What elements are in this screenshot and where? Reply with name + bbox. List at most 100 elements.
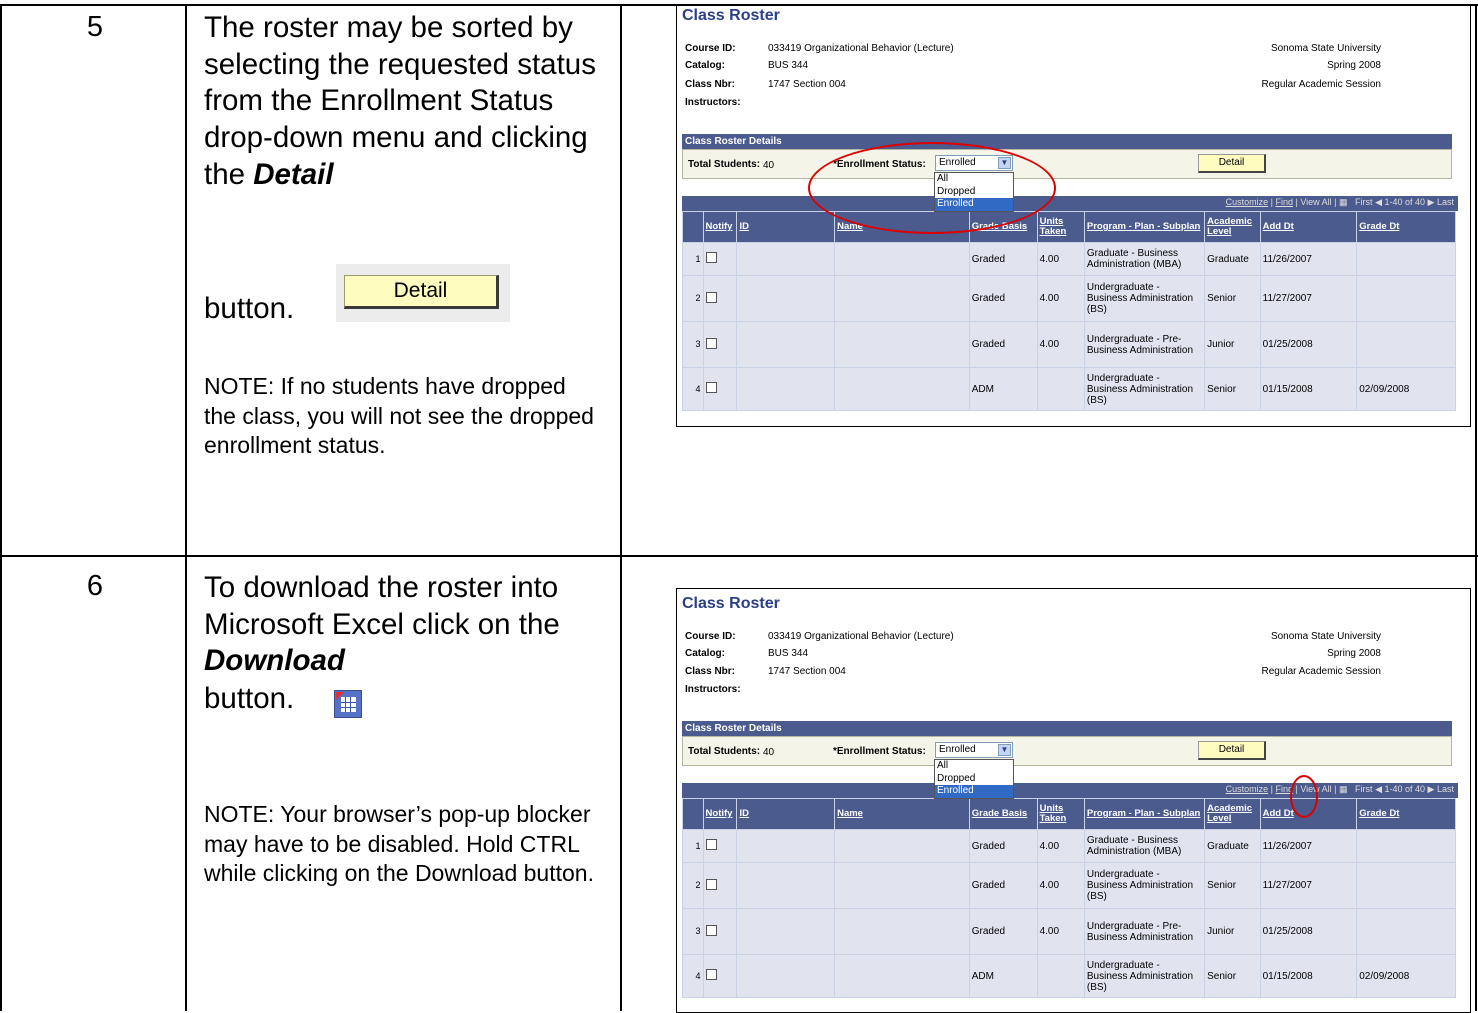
view-all-link[interactable]: View All — [1300, 197, 1331, 207]
customize-link[interactable]: Customize — [1226, 784, 1269, 794]
cell-grade-basis: ADM — [968, 367, 1038, 411]
col-units-taken[interactable]: Units Taken — [1036, 798, 1085, 830]
cell-level: Senior — [1204, 367, 1261, 411]
highlight-ellipse — [808, 142, 1056, 234]
cell-id — [736, 862, 836, 909]
next-icon[interactable]: ▶ — [1428, 784, 1435, 794]
table-row: 1 Graded 4.00 Graduate - Business Admini… — [682, 242, 1456, 276]
cell-level: Senior — [1204, 862, 1261, 909]
col-id[interactable]: ID — [736, 211, 836, 243]
checkbox[interactable] — [705, 337, 717, 349]
cell-name — [834, 954, 970, 998]
cell-name — [834, 275, 970, 322]
selected-value: Enrolled — [939, 744, 976, 755]
header-row: Notify ID Name Grade Basis Units Taken P… — [682, 211, 1456, 243]
cell-units: 4.00 — [1036, 242, 1085, 276]
table-border-col1 — [185, 4, 187, 1011]
first-link[interactable]: First — [1355, 784, 1373, 794]
step-note: NOTE: Your browser’s pop-up blocker may … — [204, 801, 594, 886]
row-number: 4 — [682, 954, 704, 998]
checkbox[interactable] — [705, 291, 717, 303]
col-id[interactable]: ID — [736, 798, 836, 830]
col-name[interactable]: Name — [834, 798, 970, 830]
checkbox[interactable] — [705, 969, 717, 980]
checkbox[interactable] — [705, 924, 717, 936]
notify-checkbox[interactable] — [702, 829, 738, 863]
dropdown-option-dropped[interactable]: Dropped — [935, 773, 1013, 786]
grid-toolbar: Customize | Find | View All | ▦ First ◀ … — [682, 196, 1458, 211]
table-border-left — [0, 4, 2, 1011]
checkbox[interactable] — [705, 878, 717, 890]
cell-add-dt: 11/27/2007 — [1259, 275, 1358, 322]
instructors-label: Instructors: — [685, 97, 741, 108]
total-students-value: 40 — [763, 160, 775, 171]
cell-id — [736, 829, 836, 863]
cell-grade-dt: 02/09/2008 — [1356, 954, 1456, 998]
dropdown-option-enrolled[interactable]: Enrolled — [935, 785, 1013, 798]
cell-add-dt: 11/26/2007 — [1259, 242, 1358, 276]
instruction-tail: button. — [204, 682, 295, 715]
notify-checkbox[interactable] — [702, 908, 738, 955]
class-roster-screenshot: Class Roster Course ID: 033419 Organizat… — [678, 594, 1471, 1011]
prev-icon[interactable]: ◀ — [1375, 784, 1382, 794]
prev-icon[interactable]: ◀ — [1375, 197, 1382, 207]
detail-button[interactable]: Detail — [1198, 741, 1266, 760]
total-students-label: Total Students: — [688, 159, 761, 170]
notify-checkbox[interactable] — [702, 367, 738, 411]
cell-units: 4.00 — [1036, 908, 1085, 955]
detail-button[interactable]: Detail — [1198, 154, 1266, 173]
first-link[interactable]: First — [1355, 197, 1373, 207]
col-program[interactable]: Program - Plan - Subplan — [1083, 211, 1206, 243]
checkbox[interactable] — [705, 839, 717, 850]
enrollment-status-select[interactable]: Enrolled ▼ — [935, 742, 1013, 758]
cell-units: 4.00 — [1036, 321, 1085, 368]
chevron-down-icon[interactable]: ▼ — [998, 744, 1011, 756]
notify-checkbox[interactable] — [702, 242, 738, 276]
find-link[interactable]: Find — [1275, 197, 1293, 207]
col-program[interactable]: Program - Plan - Subplan — [1083, 798, 1206, 830]
download-icon[interactable]: ▦ — [1339, 784, 1348, 794]
step-number: 5 — [86, 11, 104, 43]
grid-toolbar: Customize | Find | View All | ▦ First ◀ … — [682, 783, 1458, 798]
col-notify[interactable]: Notify — [702, 798, 738, 830]
details-header: Class Roster Details — [682, 134, 1452, 149]
col-academic-level[interactable]: Academic Level — [1204, 211, 1261, 243]
table-row: 2 Graded 4.00 Undergraduate - Business A… — [682, 275, 1456, 322]
enrollment-status-dropdown[interactable]: All Dropped Enrolled — [934, 759, 1014, 799]
col-units-taken[interactable]: Units Taken — [1036, 211, 1085, 243]
col-grade-dt[interactable]: Grade Dt — [1356, 798, 1456, 830]
next-icon[interactable]: ▶ — [1428, 197, 1435, 207]
row-range: 1-40 of 40 — [1384, 197, 1426, 207]
checkbox[interactable] — [705, 252, 717, 263]
table-row: 3 Graded 4.00 Undergraduate - Pre-Busine… — [682, 321, 1456, 368]
cell-grade-basis: Graded — [968, 908, 1038, 955]
row-number: 1 — [682, 242, 704, 276]
cell-id — [736, 242, 836, 276]
cell-grade-dt: 02/09/2008 — [1356, 367, 1456, 411]
notify-checkbox[interactable] — [702, 321, 738, 368]
notify-checkbox[interactable] — [702, 275, 738, 322]
customize-link[interactable]: Customize — [1226, 197, 1269, 207]
cell-id — [736, 321, 836, 368]
last-link[interactable]: Last — [1437, 197, 1454, 207]
col-grade-basis[interactable]: Grade Basis — [968, 798, 1038, 830]
notify-checkbox[interactable] — [702, 862, 738, 909]
notify-checkbox[interactable] — [702, 954, 738, 998]
class-nbr-label: Class Nbr: — [685, 666, 736, 677]
cell-program: Undergraduate - Pre-Business Administrat… — [1083, 321, 1206, 368]
table-row: 1 Graded 4.00 Graduate - Business Admini… — [682, 829, 1456, 863]
last-link[interactable]: Last — [1437, 784, 1454, 794]
col-add-dt[interactable]: Add Dt — [1259, 211, 1358, 243]
cell-program: Undergraduate - Business Administration … — [1083, 367, 1206, 411]
cell-add-dt: 01/15/2008 — [1259, 367, 1358, 411]
download-icon[interactable]: ▦ — [1339, 197, 1348, 207]
col-notify[interactable]: Notify — [702, 211, 738, 243]
col-academic-level[interactable]: Academic Level — [1204, 798, 1261, 830]
col-grade-dt[interactable]: Grade Dt — [1356, 211, 1456, 243]
catalog-value: BUS 344 — [768, 648, 809, 659]
cell-add-dt: 01/15/2008 — [1259, 954, 1358, 998]
dropdown-option-all[interactable]: All — [935, 760, 1013, 773]
total-students-value: 40 — [763, 747, 775, 758]
checkbox[interactable] — [705, 382, 717, 393]
cell-grade-dt — [1356, 275, 1456, 322]
